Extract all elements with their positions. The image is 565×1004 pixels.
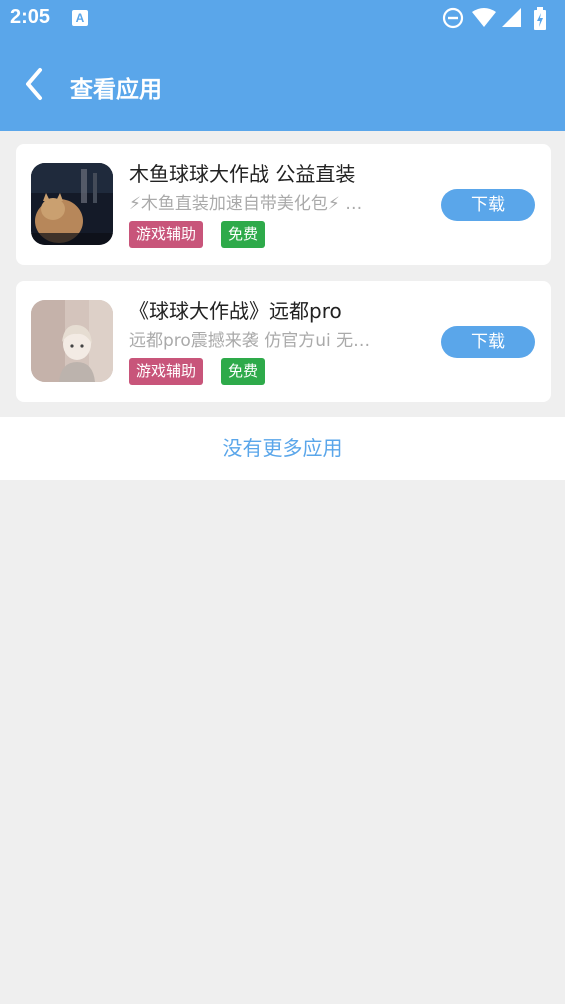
app-card[interactable]: 《球球大作战》远都pro 远都pro震撼来袭 仿官方ui 无… 游戏辅助 免费 … <box>16 281 551 402</box>
price-tag: 免费 <box>221 358 266 385</box>
no-more-apps-label: 没有更多应用 <box>0 417 565 480</box>
app-description: 远都pro震撼来袭 仿官方ui 无… <box>129 331 371 351</box>
app-title: 木鱼球球大作战 公益直装 <box>129 162 356 186</box>
download-button[interactable]: 下载 <box>441 326 535 358</box>
category-tag: 游戏辅助 <box>129 221 204 248</box>
status-time: 2:05 <box>10 6 51 28</box>
signal-icon <box>502 8 521 27</box>
app-icon <box>31 163 113 245</box>
category-tag: 游戏辅助 <box>129 358 204 385</box>
chevron-left-icon <box>26 68 42 100</box>
app-bar: 查看应用 <box>0 38 565 131</box>
download-button[interactable]: 下载 <box>441 189 535 221</box>
dnd-icon <box>442 7 464 29</box>
battery-icon <box>534 7 546 30</box>
page-title: 查看应用 <box>70 77 162 103</box>
app-title: 《球球大作战》远都pro <box>129 299 342 323</box>
back-button[interactable] <box>16 64 52 104</box>
status-bar: 2:05 A <box>0 0 565 38</box>
app-card[interactable]: 木鱼球球大作战 公益直装 ⚡木鱼直装加速自带美化包⚡ … 游戏辅助 免费 下载 <box>16 144 551 265</box>
a-notification-icon: A <box>72 10 88 26</box>
wifi-icon <box>472 8 496 27</box>
app-icon <box>31 300 113 382</box>
app-description: ⚡木鱼直装加速自带美化包⚡ … <box>129 194 363 214</box>
price-tag: 免费 <box>221 221 266 248</box>
